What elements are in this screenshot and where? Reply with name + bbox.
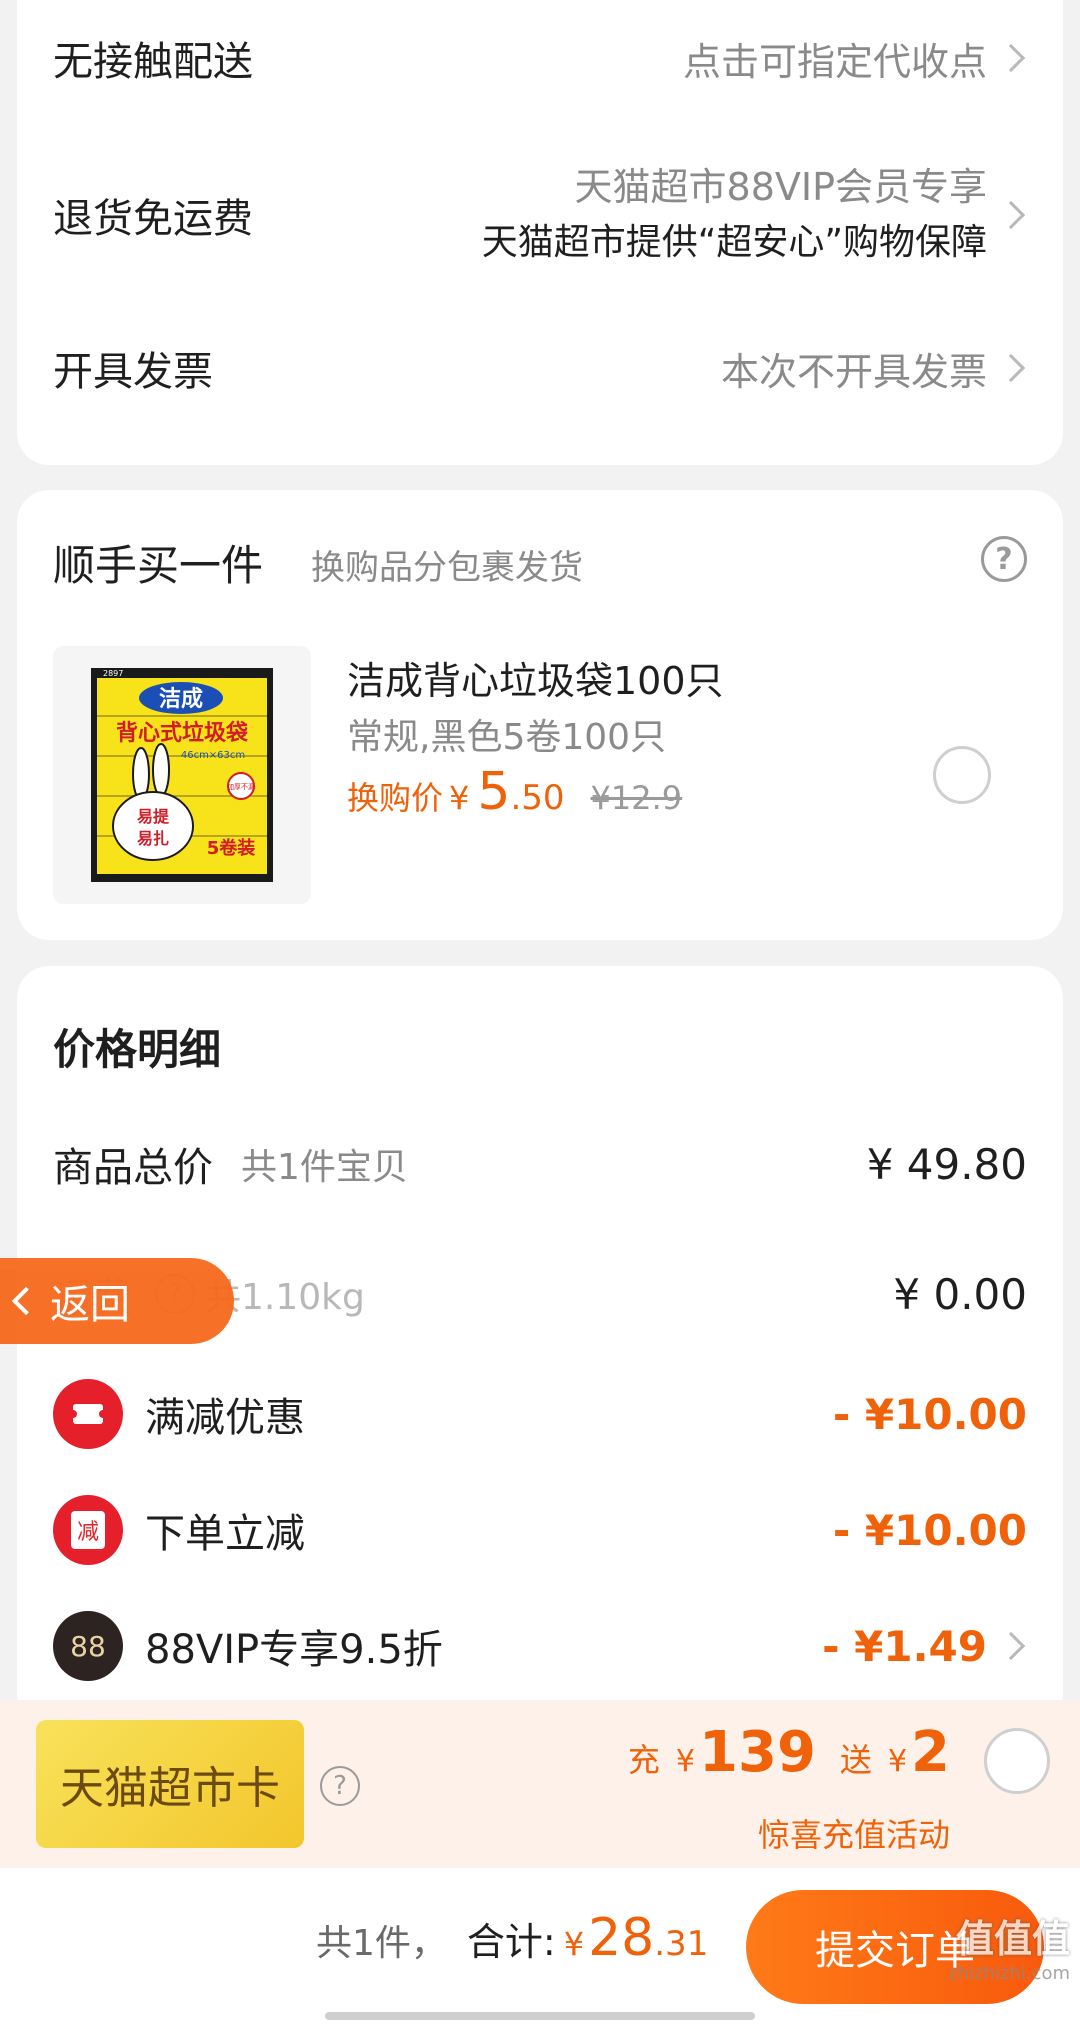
discount-full-reduction-row: 满减优惠 - ¥10.00	[17, 1378, 1063, 1450]
subtotal-label: 商品总价	[53, 1145, 213, 1191]
addon-subtitle: 换购品分包裹发货	[311, 548, 583, 588]
back-button[interactable]: 返回	[0, 1258, 234, 1344]
price-currency: ¥	[449, 779, 470, 817]
price-label: 换购价	[347, 779, 444, 817]
recharge-prefix: 充	[627, 1741, 660, 1779]
free-return-label: 退货免运费	[53, 196, 253, 242]
card-promo-bar: 天猫超市卡 ? 充 ¥ 139 送 ¥ 2 惊喜充值活动	[0, 1700, 1080, 1868]
vip-88-badge: 88	[70, 1629, 106, 1663]
svg-text:洁成: 洁成	[159, 687, 203, 712]
free-return-line2: 天猫超市提供“超安心”购物保障	[481, 222, 987, 263]
svg-text:2897: 2897	[103, 669, 123, 678]
discount-full-reduction-label: 满减优惠	[145, 1395, 305, 1441]
contactless-delivery-value: 点击可指定代收点	[682, 39, 987, 84]
addon-card: 顺手买一件 换购品分包裹发货 ? 2897 洁成 背心式垃圾袋 46cm×63c…	[17, 490, 1063, 940]
help-icon[interactable]: ?	[981, 536, 1027, 582]
home-indicator	[325, 2012, 755, 2020]
supermarket-card-name: 天猫超市卡	[60, 1763, 280, 1814]
order-total: 共1件， 合计: ¥ 28 .31	[316, 1908, 708, 1968]
chevron-right-icon	[996, 1631, 1026, 1661]
recharge-amount: 139	[699, 1720, 816, 1785]
subtotal-row: 商品总价 共1件宝贝 ¥ 49.80	[17, 1134, 1063, 1194]
original-price: ¥12.9	[590, 779, 683, 817]
product-spec: 常规,黑色5卷100只	[347, 717, 667, 758]
free-return-value: 天猫超市88VIP会员专享 天猫超市提供“超安心”购物保障	[482, 159, 987, 271]
card-select-radio[interactable]	[984, 1728, 1050, 1794]
invoice-label: 开具发票	[53, 349, 213, 395]
total-integer: 28	[588, 1908, 655, 1968]
contactless-delivery-row[interactable]: 无接触配送 点击可指定代收点	[17, 28, 1063, 88]
gift-prefix: 送	[839, 1741, 872, 1779]
discount-full-reduction-value: - ¥10.00	[832, 1389, 1027, 1439]
discount-88vip-row[interactable]: 88 88VIP专享9.5折 - ¥1.49	[17, 1610, 1063, 1682]
discount-88vip-label: 88VIP专享9.5折	[145, 1627, 443, 1673]
recharge-offer: 充 ¥ 139 送 ¥ 2	[628, 1720, 950, 1785]
price-decimal: .50	[510, 778, 565, 818]
svg-text:46cm×63cm: 46cm×63cm	[181, 750, 245, 761]
product-name[interactable]: 洁成背心垃圾袋100只	[347, 650, 724, 705]
free-return-row[interactable]: 退货免运费 天猫超市88VIP会员专享 天猫超市提供“超安心”购物保障	[17, 155, 1063, 275]
item-count: 共1件，	[316, 1923, 447, 1964]
supermarket-card-badge[interactable]: 天猫超市卡	[36, 1720, 304, 1848]
recharge-activity: 惊喜充值活动	[757, 1816, 950, 1854]
total-currency: ¥	[563, 1925, 585, 1963]
invoice-value: 本次不开具发票	[720, 349, 987, 394]
watermark: 值值值 zhizhizhi.com	[948, 1908, 1070, 1984]
shipping-value: ¥ 0.00	[893, 1269, 1027, 1319]
checkout-footer: 共1件， 合计: ¥ 28 .31 提交订单 值值值 zhizhizhi.com	[0, 1868, 1080, 2030]
total-decimal: .31	[654, 1924, 709, 1964]
vip-88-icon: 88	[53, 1611, 123, 1681]
instant-discount-badge: 减	[71, 1511, 105, 1549]
gift-amount: 2	[911, 1720, 950, 1785]
chevron-left-icon	[11, 1286, 41, 1316]
service-options-card: 无接触配送 点击可指定代收点 退货免运费 天猫超市88VIP会员专享 天猫超市提…	[17, 0, 1063, 465]
trash-bag-package-illustration: 2897 洁成 背心式垃圾袋 46cm×63cm 易提 易扎 加厚不漏 5卷装	[91, 668, 273, 882]
back-button-label: 返回	[50, 1282, 130, 1328]
instant-discount-icon: 减	[53, 1495, 123, 1565]
discount-instant-row: 减 下单立减 - ¥10.00	[17, 1494, 1063, 1566]
price-integer: 5	[477, 762, 511, 822]
svg-text:加厚不漏: 加厚不漏	[227, 782, 255, 791]
gift-currency: ¥	[887, 1744, 908, 1779]
subtotal-note: 共1件宝贝	[241, 1147, 408, 1188]
svg-text:5卷装: 5卷装	[207, 837, 256, 859]
recharge-currency: ¥	[675, 1744, 696, 1779]
chevron-right-icon	[996, 43, 1026, 73]
total-label: 合计:	[466, 1920, 556, 1964]
discount-instant-label: 下单立减	[145, 1511, 305, 1557]
svg-text:易扎: 易扎	[137, 829, 169, 848]
card-help-icon[interactable]: ?	[320, 1766, 360, 1806]
discount-instant-value: - ¥10.00	[832, 1505, 1027, 1555]
chevron-right-icon	[996, 200, 1026, 230]
chevron-right-icon	[996, 353, 1026, 383]
price-detail-card: 价格明细 商品总价 共1件宝贝 ¥ 49.80 运费 ? 共1.10kg ¥ 0…	[17, 966, 1063, 1726]
watermark-main: 值值值	[955, 1917, 1070, 1961]
discount-88vip-value: - ¥1.49	[822, 1621, 987, 1671]
addon-select-radio[interactable]	[933, 746, 991, 804]
svg-text:背心式垃圾袋: 背心式垃圾袋	[116, 720, 249, 746]
addon-title: 顺手买一件	[53, 541, 264, 590]
watermark-url: zhizhizhi.com	[948, 1963, 1070, 1984]
coupon-ticket-icon	[53, 1379, 123, 1449]
product-image[interactable]: 2897 洁成 背心式垃圾袋 46cm×63cm 易提 易扎 加厚不漏 5卷装	[53, 646, 311, 904]
free-return-line1: 天猫超市88VIP会员专享	[574, 165, 987, 209]
subtotal-value: ¥ 49.80	[866, 1139, 1027, 1189]
price-detail-title: 价格明细	[53, 1025, 222, 1074]
invoice-row[interactable]: 开具发票 本次不开具发票	[17, 338, 1063, 398]
product-price: 换购价 ¥ 5 .50 ¥12.9	[347, 762, 682, 822]
contactless-delivery-label: 无接触配送	[53, 39, 253, 85]
svg-text:易提: 易提	[137, 807, 170, 826]
